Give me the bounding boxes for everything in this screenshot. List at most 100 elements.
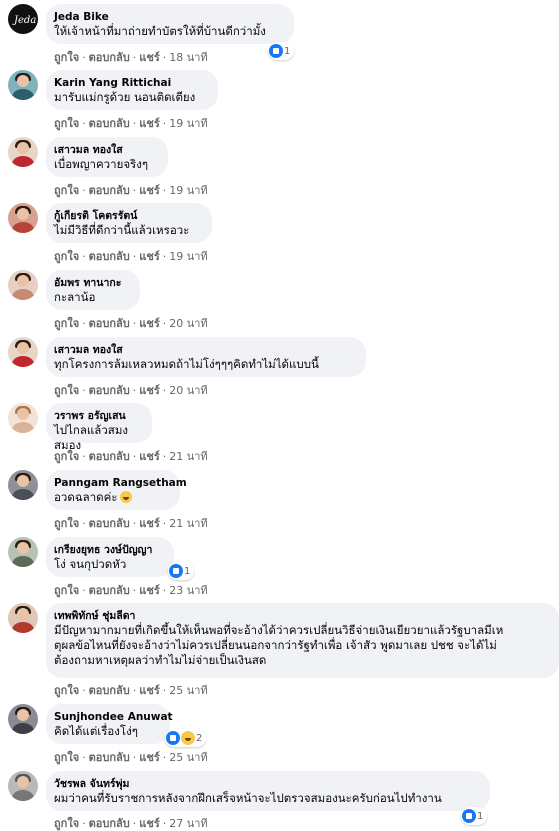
like-link[interactable]: ถูกใจ — [54, 584, 79, 597]
avatar[interactable] — [8, 70, 38, 100]
comment-author[interactable]: เสาวมล ทองใส — [54, 343, 356, 357]
avatar[interactable]: Jeda — [8, 4, 38, 34]
share-link[interactable]: แชร์ — [139, 751, 159, 764]
comment-bubble: เกรียงยุทธ วงษ์ปัญญา โง่ จนกุปวดหัว — [46, 537, 174, 577]
like-link[interactable]: ถูกใจ — [54, 51, 79, 64]
reply-link[interactable]: ตอบกลับ — [89, 584, 130, 597]
avatar[interactable] — [8, 537, 38, 567]
comment-text: ทุกโครงการล้มเหลวหมดถ้าไม่โง่ๆๆๆคิดทำไม่… — [54, 357, 319, 371]
comment-actions: ถูกใจ · ตอบกลับ · แชร์ · 21 นาที — [54, 517, 208, 530]
reply-link[interactable]: ตอบกลับ — [89, 684, 130, 697]
timestamp[interactable]: 23 นาที — [169, 584, 207, 597]
timestamp[interactable]: 25 นาที — [169, 751, 207, 764]
comment-author[interactable]: Karin Yang Rittichai — [54, 76, 208, 90]
timestamp[interactable]: 20 นาที — [169, 384, 207, 397]
reply-link[interactable]: ตอบกลับ — [89, 450, 130, 463]
comment-actions: ถูกใจ · ตอบกลับ · แชร์ · 27 นาที — [54, 817, 208, 830]
share-link[interactable]: แชร์ — [139, 584, 159, 597]
share-link[interactable]: แชร์ — [139, 51, 159, 64]
timestamp[interactable]: 20 นาที — [169, 317, 207, 330]
comment-bubble: Karin Yang Rittichai มารับแม่กรูด้วย นอน… — [46, 70, 218, 110]
timestamp[interactable]: 21 นาที — [169, 450, 207, 463]
share-link[interactable]: แชร์ — [139, 317, 159, 330]
reaction-count[interactable]: 1 — [268, 42, 295, 60]
timestamp[interactable]: 19 นาที — [169, 250, 207, 263]
like-link[interactable]: ถูกใจ — [54, 517, 79, 530]
avatar[interactable] — [8, 403, 38, 433]
reaction-count[interactable]: 1 — [461, 807, 488, 825]
reply-link[interactable]: ตอบกลับ — [89, 517, 130, 530]
comment-author[interactable]: อัมพร ทานากะ — [54, 276, 130, 290]
avatar[interactable] — [8, 203, 38, 233]
share-link[interactable]: แชร์ — [139, 250, 159, 263]
reply-link[interactable]: ตอบกลับ — [89, 317, 130, 330]
comment-author[interactable]: Sunjhondee Anuwat — [54, 710, 173, 724]
comment-actions: ถูกใจ · ตอบกลับ · แชร์ · 20 นาที — [54, 317, 208, 330]
like-link[interactable]: ถูกใจ — [54, 817, 79, 830]
like-link[interactable]: ถูกใจ — [54, 751, 79, 764]
timestamp[interactable]: 21 นาที — [169, 517, 207, 530]
comment-bubble: อัมพร ทานากะ กะลาน้อ — [46, 270, 140, 310]
reply-link[interactable]: ตอบกลับ — [89, 250, 130, 263]
like-link[interactable]: ถูกใจ — [54, 117, 79, 130]
avatar[interactable] — [8, 137, 38, 167]
timestamp[interactable]: 19 นาที — [169, 117, 207, 130]
comment-author[interactable]: กู้เกียรติ โคตรรัตน์ — [54, 209, 202, 223]
comment-author[interactable]: Jeda Bike — [54, 10, 284, 24]
reply-link[interactable]: ตอบกลับ — [89, 117, 130, 130]
comment-author[interactable]: วัชรพล จันทร์พุ่ม — [54, 777, 480, 791]
comment-actions: ถูกใจ · ตอบกลับ · แชร์ · 21 นาที — [54, 450, 208, 463]
reaction-count[interactable]: 1 — [168, 562, 195, 580]
avatar[interactable] — [8, 704, 38, 734]
like-reaction-icon — [169, 564, 183, 578]
timestamp[interactable]: 18 นาที — [169, 51, 207, 64]
reply-link[interactable]: ตอบกลับ — [89, 817, 130, 830]
comment-bubble: Panngam Rangsetham อวดฉลาดค่ะ — [46, 470, 187, 510]
comment-author[interactable]: Panngam Rangsetham — [54, 476, 187, 490]
haha-reaction-icon — [181, 731, 195, 745]
avatar[interactable] — [8, 270, 38, 300]
like-link[interactable]: ถูกใจ — [54, 684, 79, 697]
reply-link[interactable]: ตอบกลับ — [89, 751, 130, 764]
comment-bubble: เสาวมล ทองใส เบื่อพญาควายจริงๆ — [46, 137, 168, 177]
avatar[interactable] — [8, 470, 38, 500]
reply-link[interactable]: ตอบกลับ — [89, 384, 130, 397]
share-link[interactable]: แชร์ — [139, 684, 159, 697]
timestamp[interactable]: 19 นาที — [169, 184, 207, 197]
share-link[interactable]: แชร์ — [139, 384, 159, 397]
like-link[interactable]: ถูกใจ — [54, 317, 79, 330]
avatar[interactable] — [8, 603, 38, 633]
reply-link[interactable]: ตอบกลับ — [89, 184, 130, 197]
share-link[interactable]: แชร์ — [139, 817, 159, 830]
comment-author[interactable]: เสาวมล ทองใส — [54, 143, 158, 157]
comment-author[interactable]: วราพร อรัญเสน — [54, 409, 142, 423]
comment-text-line: ต้องถามหาเหตุผลว่าทำไมไม่จ่ายเป็นเงินสด — [54, 653, 267, 667]
comment-bubble: Jeda Bike ให้เจ้าหน้าที่มาถ่ายทำบัตรให้ท… — [46, 4, 294, 44]
timestamp[interactable]: 25 นาที — [169, 684, 207, 697]
comment-author[interactable]: เทพพิทักษ์ ชุ่มลีดา — [54, 609, 549, 623]
like-link[interactable]: ถูกใจ — [54, 184, 79, 197]
share-link[interactable]: แชร์ — [139, 517, 159, 530]
timestamp[interactable]: 27 นาที — [169, 817, 207, 830]
share-link[interactable]: แชร์ — [139, 184, 159, 197]
reply-link[interactable]: ตอบกลับ — [89, 51, 130, 64]
comment-actions: ถูกใจ · ตอบกลับ · แชร์ · 19 นาที — [54, 117, 208, 130]
avatar[interactable] — [8, 771, 38, 801]
logo-icon: Jeda — [12, 15, 36, 26]
reaction-count[interactable]: 2 — [165, 729, 207, 747]
like-reaction-icon — [462, 809, 476, 823]
like-link[interactable]: ถูกใจ — [54, 384, 79, 397]
comment-text: ไม่มีวิธีที่ดีกว่านี้แล้วเหรอวะ — [54, 223, 190, 237]
comment-bubble: เสาวมล ทองใส ทุกโครงการล้มเหลวหมดถ้าไม่โ… — [46, 337, 366, 377]
comment-author[interactable]: เกรียงยุทธ วงษ์ปัญญา — [54, 543, 164, 557]
share-link[interactable]: แชร์ — [139, 117, 159, 130]
comment-text-line: มีปัญหามากมายที่เกิดขึ้นให้เห็นพอที่จะอ้… — [54, 623, 504, 637]
comment-text: ผมว่าคนที่รับราชการหลังจากฝึกเสร็จหน้าจะ… — [54, 791, 442, 805]
laughing-emoji-icon — [119, 491, 132, 503]
share-link[interactable]: แชร์ — [139, 450, 159, 463]
like-link[interactable]: ถูกใจ — [54, 450, 79, 463]
avatar[interactable] — [8, 337, 38, 367]
like-reaction-icon — [269, 44, 283, 58]
like-link[interactable]: ถูกใจ — [54, 250, 79, 263]
comment-text: ไปไกลแล้วสมงสมอง — [54, 423, 129, 452]
